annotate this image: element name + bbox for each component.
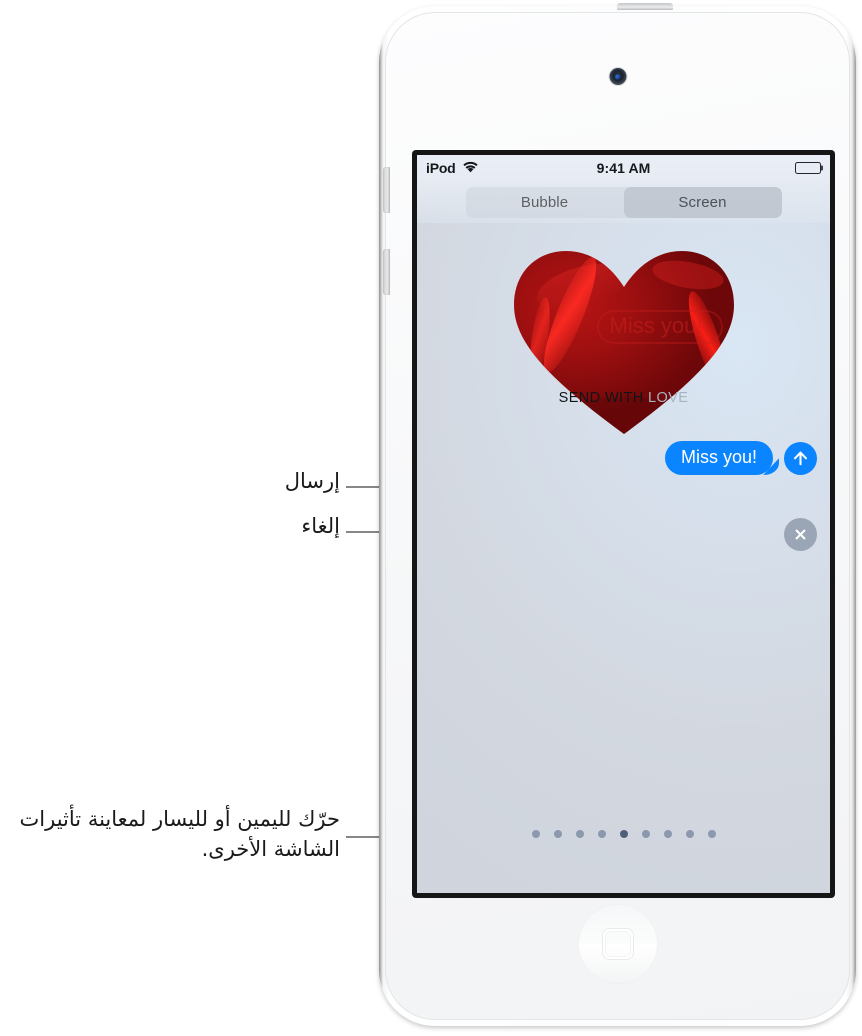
page-dot[interactable]: [641, 830, 650, 838]
page-dot-active[interactable]: [619, 830, 628, 838]
segment-bubble[interactable]: Bubble: [466, 187, 624, 218]
ipod-touch-device: iPod 9:41 AM Bubble Screen Miss you! SEN…: [379, 3, 856, 1026]
volume-up-button[interactable]: [383, 167, 390, 213]
status-bar-right: [795, 162, 821, 174]
page-dot[interactable]: [685, 830, 694, 838]
send-with-love-bold: SEND WITH: [558, 390, 649, 406]
device-screen: iPod 9:41 AM Bubble Screen Miss you! SEN…: [417, 155, 830, 893]
page-dot[interactable]: [707, 830, 716, 838]
carrier-label: iPod: [426, 160, 456, 176]
screen-bezel: iPod 9:41 AM Bubble Screen Miss you! SEN…: [412, 150, 835, 898]
cancel-button[interactable]: [784, 518, 817, 551]
message-compose-row: Miss you!: [417, 435, 830, 481]
page-indicator-dots[interactable]: [417, 830, 830, 838]
power-button[interactable]: [617, 3, 673, 10]
send-with-love-light: LOVE: [648, 390, 689, 406]
device-face: iPod 9:41 AM Bubble Screen Miss you! SEN…: [383, 12, 850, 1020]
heart-balloon-graphic: Miss you!: [510, 245, 738, 441]
effects-segmented-control: Bubble Screen: [417, 181, 830, 223]
battery-icon: [795, 162, 821, 174]
message-bubble: Miss you!: [664, 440, 773, 476]
send-button[interactable]: [784, 441, 817, 475]
segmented-track: Bubble Screen: [465, 186, 782, 218]
page-dot[interactable]: [575, 830, 584, 838]
status-bar: iPod 9:41 AM: [417, 155, 830, 181]
status-bar-left: iPod: [426, 160, 479, 176]
svg-text:Miss you!: Miss you!: [609, 313, 702, 338]
screen-effect-preview[interactable]: Miss you! SEND WITH LOVE: [417, 223, 830, 434]
page-dot[interactable]: [553, 830, 562, 838]
callout-label-send: إرسال: [284, 469, 340, 493]
home-button[interactable]: [577, 904, 658, 984]
arrow-up-icon: [793, 451, 808, 465]
send-with-love-caption: SEND WITH LOVE: [559, 390, 689, 406]
segment-screen[interactable]: Screen: [623, 186, 782, 218]
page-dot[interactable]: [663, 830, 672, 838]
callout-label-swipe: حرّك لليمين أو لليسار لمعاينة تأثيرات ال…: [19, 807, 340, 861]
page-dot[interactable]: [531, 830, 540, 838]
wifi-icon: [462, 160, 479, 176]
status-bar-time: 9:41 AM: [596, 160, 651, 176]
front-camera-icon: [609, 68, 626, 85]
volume-down-button[interactable]: [383, 249, 390, 295]
callout-label-cancel: إلغاء: [301, 514, 340, 538]
close-x-icon: [795, 529, 806, 540]
page-dot[interactable]: [597, 830, 606, 838]
home-square-icon: [602, 929, 633, 959]
